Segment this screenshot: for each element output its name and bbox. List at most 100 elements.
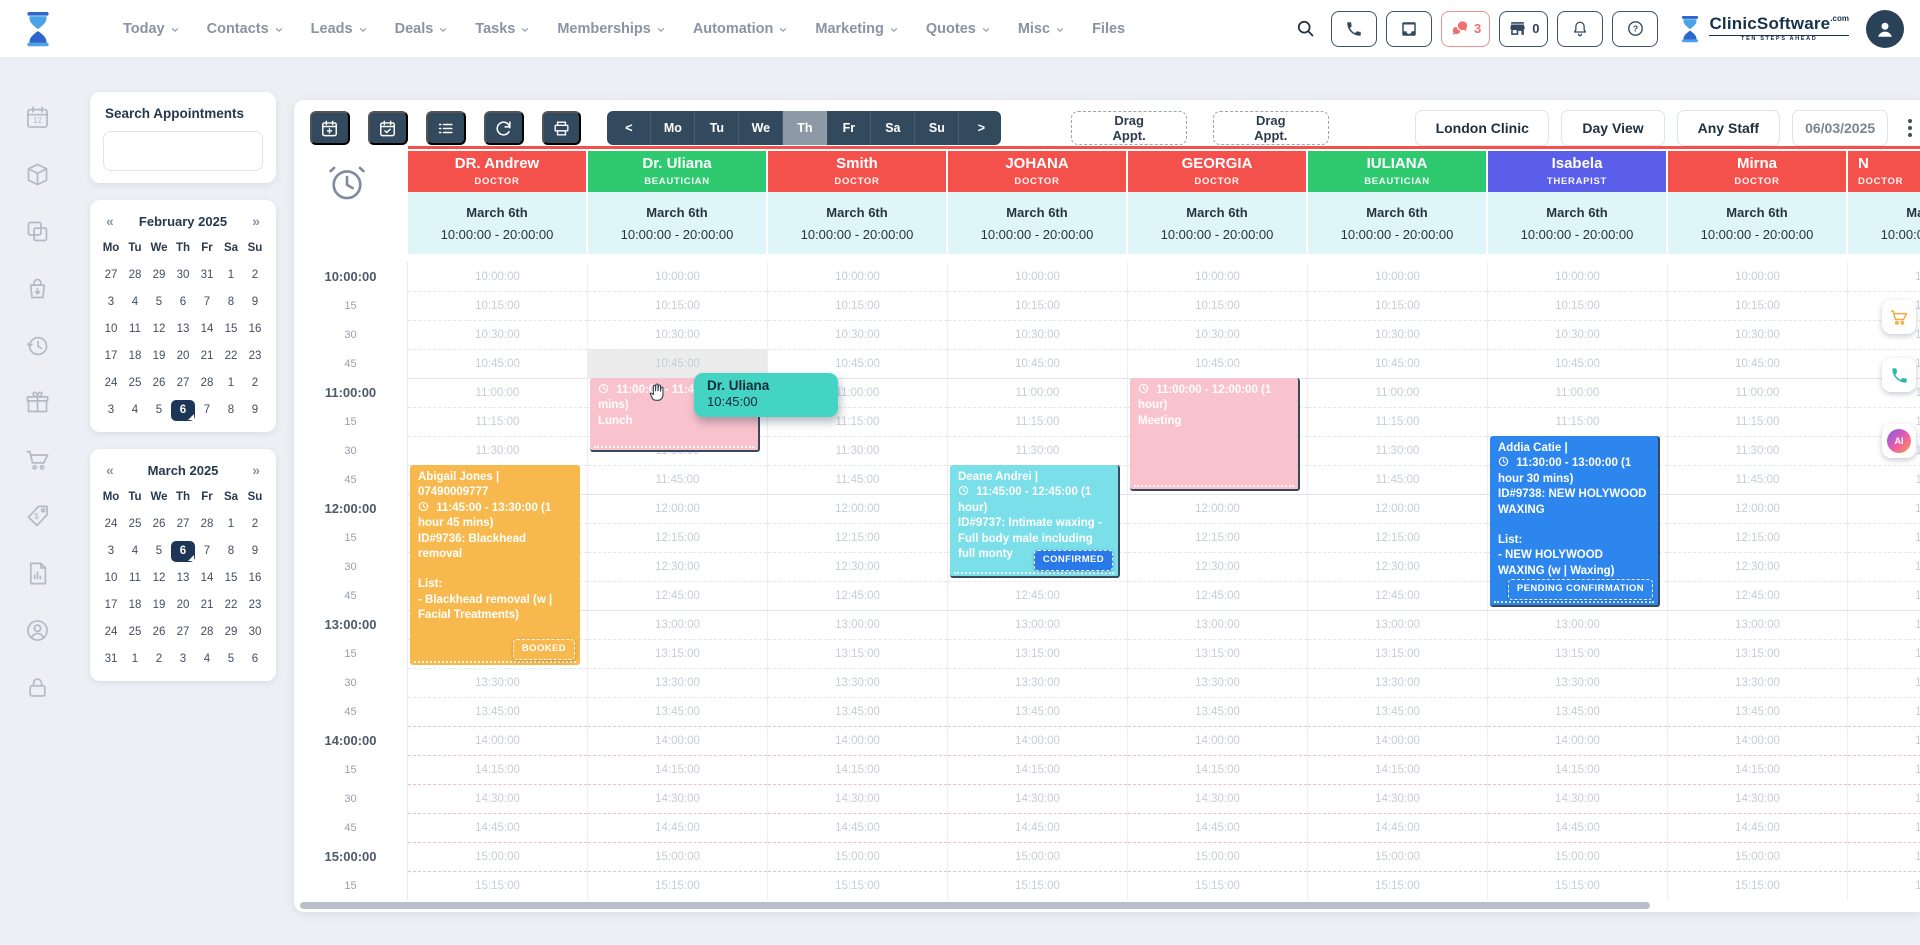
time-slot[interactable]: 11:15:00	[1308, 407, 1487, 436]
calendar-day[interactable]: 21	[195, 346, 219, 367]
time-slot[interactable]: 13:00:00	[1308, 610, 1487, 639]
calendar-day[interactable]: 3	[171, 649, 195, 670]
calendar-day[interactable]: 20	[171, 346, 195, 367]
calendar-day[interactable]: 2	[147, 649, 171, 670]
time-slot[interactable]: 13:45:00	[1308, 697, 1487, 726]
time-slot[interactable]: 13:15:00	[1848, 639, 1920, 668]
time-slot[interactable]: 11:30:00	[768, 436, 947, 465]
time-slot[interactable]: 14:45:00	[588, 813, 767, 842]
time-slot[interactable]: 10:45:00	[1128, 349, 1307, 378]
nav-item-marketing[interactable]: Marketing	[815, 21, 899, 37]
sidebar-tag-icon[interactable]: $	[24, 503, 51, 530]
inbox-button[interactable]	[1386, 11, 1432, 47]
time-slot[interactable]: 15:00:00	[408, 842, 587, 871]
weekday-sa-button[interactable]: Sa	[871, 111, 915, 145]
calendar-next-button[interactable]: »	[252, 462, 260, 478]
calendar-day[interactable]: 1	[219, 373, 243, 394]
time-slot[interactable]: 10:30:00	[588, 320, 767, 349]
calendar-day[interactable]: 2	[243, 373, 267, 394]
help-button[interactable]: ?	[1612, 11, 1658, 47]
calendar-day[interactable]: 19	[147, 595, 171, 616]
calendar-day[interactable]: 6	[171, 292, 195, 313]
time-slot[interactable]: 14:45:00	[948, 813, 1127, 842]
time-slot[interactable]: 14:30:00	[1308, 784, 1487, 813]
time-slot[interactable]: 14:15:00	[1128, 755, 1307, 784]
time-slot[interactable]: 14:45:00	[408, 813, 587, 842]
time-slot[interactable]: 13:00:00	[1128, 610, 1307, 639]
time-slot[interactable]: 11:45:00	[768, 465, 947, 494]
time-slot[interactable]: 13:45:00	[1668, 697, 1847, 726]
calendar-day[interactable]: 22	[219, 595, 243, 616]
notifications-button[interactable]	[1557, 11, 1603, 47]
time-slot[interactable]: 12:30:00	[768, 552, 947, 581]
calendar-day[interactable]: 20	[171, 595, 195, 616]
calendar-day[interactable]: 10	[99, 319, 123, 340]
time-slot[interactable]: 14:00:00	[1668, 726, 1847, 755]
time-slot[interactable]: 14:00:00	[1488, 726, 1667, 755]
time-slot[interactable]: 12:00:00	[1128, 494, 1307, 523]
sidebar-account-icon[interactable]	[24, 617, 51, 644]
time-slot[interactable]: 10:00:00	[408, 262, 587, 291]
calendar-day[interactable]: 4	[195, 649, 219, 670]
sidebar-bag-icon[interactable]	[24, 275, 51, 302]
time-slot[interactable]: 15:15:00	[1308, 871, 1487, 900]
time-slot[interactable]: 10:30:00	[1128, 320, 1307, 349]
calendar-day[interactable]: 11	[123, 568, 147, 589]
calendar-day[interactable]: 1	[219, 265, 243, 286]
calendar-day[interactable]: 2	[243, 265, 267, 286]
time-slot[interactable]: 14:15:00	[1308, 755, 1487, 784]
time-slot[interactable]: 10:00:00	[1308, 262, 1487, 291]
time-slot[interactable]: 12:00:00	[1848, 494, 1920, 523]
weekday-su-button[interactable]: Su	[915, 111, 959, 145]
calendar-day[interactable]: 16	[243, 568, 267, 589]
calendar-day[interactable]: 2	[243, 514, 267, 535]
time-slot[interactable]: 10:30:00	[408, 320, 587, 349]
time-slot[interactable]: 14:00:00	[408, 726, 587, 755]
time-slot[interactable]: 14:30:00	[408, 784, 587, 813]
time-slot[interactable]: 11:15:00	[1668, 407, 1847, 436]
calendar-day[interactable]: 27	[171, 514, 195, 535]
sidebar-report-icon[interactable]	[24, 560, 51, 587]
time-slot[interactable]: 14:00:00	[1848, 726, 1920, 755]
time-slot[interactable]: 13:15:00	[948, 639, 1127, 668]
more-options-button[interactable]	[1900, 111, 1920, 145]
appointment-block[interactable]: 11:00:00 - 12:00:00 (1 hour)Meeting	[1130, 378, 1300, 491]
time-slot[interactable]: 12:45:00	[948, 581, 1127, 610]
time-slot[interactable]: 13:45:00	[1848, 697, 1920, 726]
calendar-day[interactable]: 31	[99, 649, 123, 670]
time-slot[interactable]: 14:45:00	[1488, 813, 1667, 842]
sidebar-lock-icon[interactable]	[24, 674, 51, 701]
sidebar-cart-icon[interactable]	[24, 446, 51, 473]
calendar-day[interactable]: 27	[171, 622, 195, 643]
staff-header-dr-andrew[interactable]: DR. AndrewDOCTOR	[408, 151, 586, 192]
time-slot[interactable]: 15:15:00	[588, 871, 767, 900]
user-avatar[interactable]	[1866, 10, 1904, 48]
calendar-day[interactable]: 9	[243, 400, 267, 421]
calendar-prev-button[interactable]: «	[106, 213, 114, 229]
calendar-day[interactable]: 7	[195, 400, 219, 421]
nav-item-misc[interactable]: Misc	[1018, 21, 1065, 37]
time-slot[interactable]: 14:15:00	[1848, 755, 1920, 784]
prev-day-button[interactable]: <	[607, 111, 651, 145]
sidebar-box-icon[interactable]	[24, 161, 51, 188]
calendar-day[interactable]: 9	[243, 541, 267, 562]
staff-header-n[interactable]: NDOCTOR	[1848, 151, 1920, 192]
calendar-day[interactable]: 24	[99, 622, 123, 643]
appointment-block[interactable]: Abigail Jones | 07490009777 11:45:00 - 1…	[410, 465, 580, 665]
time-slot[interactable]: 11:00:00	[1488, 378, 1667, 407]
time-slot[interactable]: 12:30:00	[1308, 552, 1487, 581]
weekday-th-button[interactable]: Th	[783, 111, 827, 145]
time-slot[interactable]: 15:15:00	[948, 871, 1127, 900]
calendar-day[interactable]: 4	[123, 400, 147, 421]
time-slot[interactable]: 14:30:00	[1848, 784, 1920, 813]
time-slot[interactable]: 14:15:00	[1488, 755, 1667, 784]
time-slot[interactable]: 15:15:00	[1488, 871, 1667, 900]
time-slot[interactable]: 14:45:00	[768, 813, 947, 842]
floating-phone-button[interactable]	[1882, 358, 1916, 392]
date-picker[interactable]: 06/03/2025	[1792, 110, 1888, 146]
time-slot[interactable]: 12:00:00	[1308, 494, 1487, 523]
list-view-button[interactable]	[426, 111, 466, 145]
time-slot[interactable]: 10:15:00	[408, 291, 587, 320]
time-slot[interactable]: 11:15:00	[948, 407, 1127, 436]
time-slot[interactable]: 11:00:00	[1668, 378, 1847, 407]
